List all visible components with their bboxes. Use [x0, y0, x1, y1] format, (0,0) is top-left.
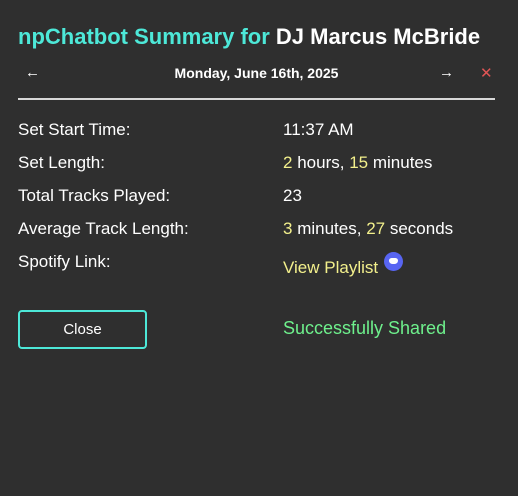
set-length-value: 2 hours, 15 minutes	[283, 153, 432, 173]
date-navigation: ← Monday, June 16th, 2025 → ✕	[18, 62, 495, 86]
tracks-played-label: Total Tracks Played:	[18, 186, 171, 205]
avg-track-length-label: Average Track Length:	[18, 219, 189, 238]
set-length-hours: 2	[283, 153, 293, 172]
avg-track-minutes: 3	[283, 219, 293, 238]
tracks-played-value: 23	[283, 186, 302, 205]
start-time-value: 11:37 AM	[283, 120, 354, 139]
set-length-minutes-unit: minutes	[372, 153, 433, 172]
start-time-label: Set Start Time:	[18, 120, 131, 139]
view-playlist-link[interactable]: View Playlist	[283, 258, 378, 277]
close-icon[interactable]: ✕	[480, 64, 493, 82]
next-day-arrow-icon[interactable]: →	[439, 64, 454, 81]
set-length-minutes: 15	[349, 153, 369, 172]
avg-track-length-row: Average Track Length: 3 minutes, 27 seco…	[18, 219, 488, 243]
share-status: Successfully Shared	[283, 318, 447, 338]
discord-icon[interactable]	[384, 252, 404, 271]
spotify-value: View Playlist	[283, 252, 404, 278]
dj-name: DJ Marcus McBride	[275, 24, 481, 49]
title-prefix: npChatbot Summary for	[18, 24, 270, 49]
tracks-played-row: Total Tracks Played: 23	[18, 186, 488, 210]
avg-track-seconds: 27	[366, 219, 386, 238]
avg-track-length-value: 3 minutes, 27 seconds	[283, 219, 453, 239]
close-button[interactable]: Close	[18, 310, 147, 349]
avg-track-minutes-unit: minutes,	[297, 219, 362, 238]
page-title: npChatbot Summary for DJ Marcus McBride	[18, 24, 480, 50]
spotify-row: Spotify Link: View Playlist	[18, 252, 488, 278]
spotify-label: Spotify Link:	[18, 252, 111, 271]
start-time-row: Set Start Time: 11:37 AM	[18, 120, 488, 144]
set-length-hours-unit: hours,	[297, 153, 345, 172]
set-length-label: Set Length:	[18, 153, 105, 172]
header-divider	[18, 98, 495, 100]
session-date: Monday, June 16th, 2025	[174, 65, 339, 81]
avg-track-seconds-unit: seconds	[389, 219, 454, 238]
set-length-row: Set Length: 2 hours, 15 minutes	[18, 153, 488, 177]
